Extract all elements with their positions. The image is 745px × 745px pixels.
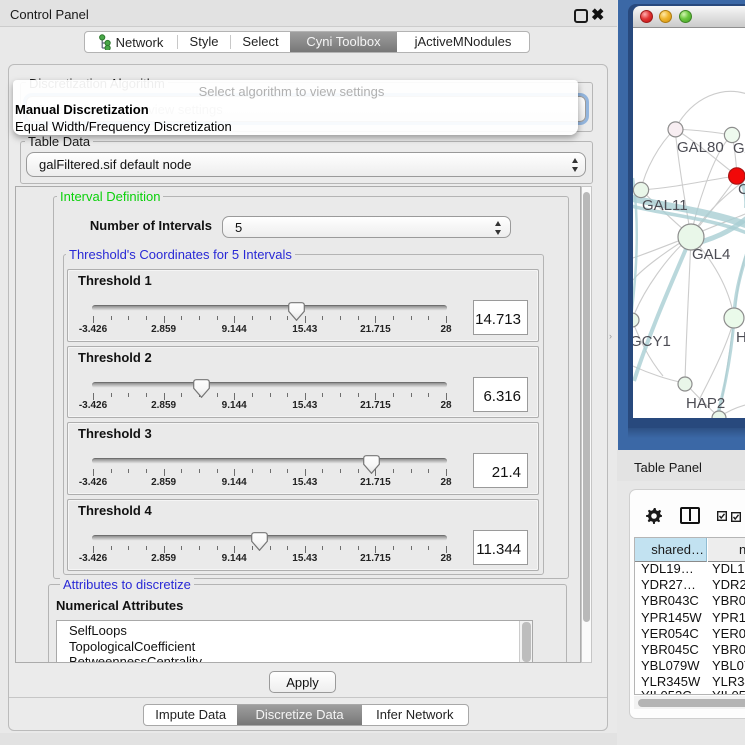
svg-text:GAL11: GAL11 [642, 197, 688, 214]
svg-text:H: H [736, 329, 745, 346]
svg-text:GAL4: GAL4 [692, 246, 730, 263]
svg-text:GA: GA [733, 140, 745, 157]
svg-text:GAL80: GAL80 [677, 139, 724, 156]
svg-text:HAP2: HAP2 [686, 395, 725, 412]
svg-text:C: C [738, 181, 745, 198]
svg-text:GCY1: GCY1 [633, 333, 671, 350]
